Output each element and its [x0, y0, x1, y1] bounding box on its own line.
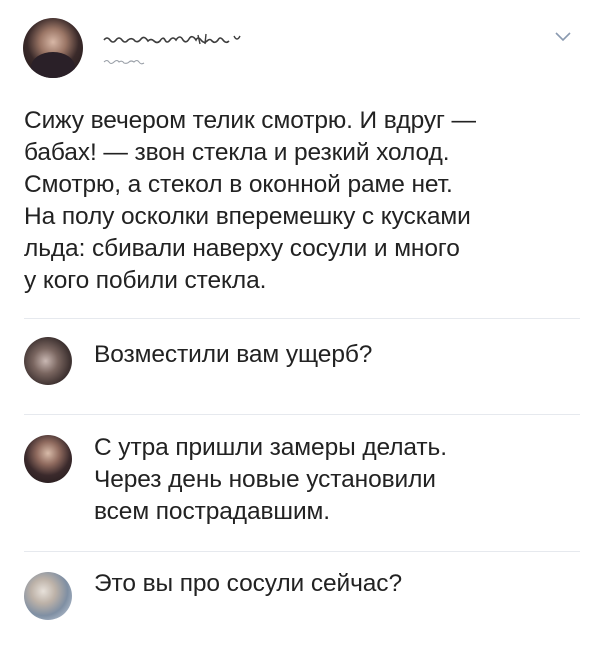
- divider: [24, 318, 580, 319]
- commenter-avatar[interactable]: [24, 572, 72, 620]
- post-header: [20, 15, 580, 85]
- comment-item: Возместили вам ущерб?: [24, 337, 580, 397]
- comment-text: Это вы про сосули сейчас?: [94, 570, 402, 597]
- chevron-down-icon[interactable]: [554, 31, 572, 43]
- post-card: Сижу вечером телик смотрю. И вдруг — баб…: [0, 0, 600, 651]
- post-text: Сижу вечером телик смотрю. И вдруг — баб…: [24, 107, 476, 294]
- comment-item: Это вы про сосули сейчас?: [24, 570, 580, 632]
- post-meta-obscured: [103, 59, 145, 65]
- author-name-obscured[interactable]: [102, 33, 272, 45]
- comment-item: С утра пришли замеры делать. Через день …: [24, 434, 580, 535]
- author-avatar[interactable]: [23, 18, 83, 78]
- commenter-avatar[interactable]: [24, 435, 72, 483]
- divider: [24, 414, 580, 415]
- divider: [24, 551, 580, 552]
- commenter-avatar[interactable]: [24, 337, 72, 385]
- comment-text: Возместили вам ущерб?: [94, 341, 373, 368]
- comment-text: С утра пришли замеры делать. Через день …: [94, 434, 447, 525]
